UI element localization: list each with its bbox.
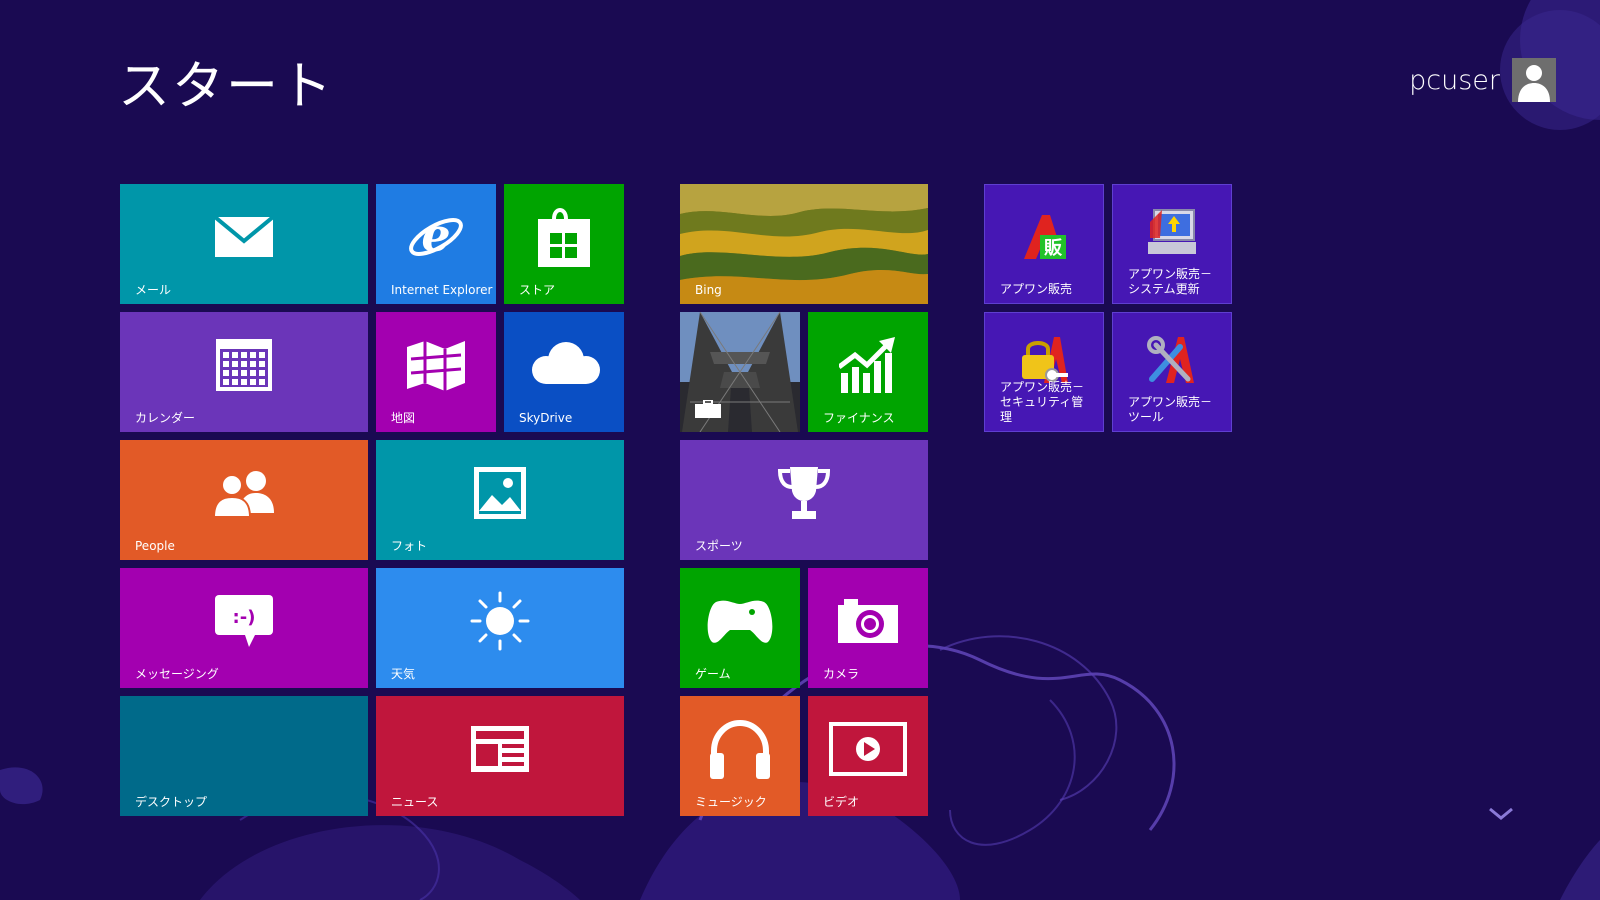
tile-camera[interactable]: カメラ: [808, 568, 928, 688]
gamepad-icon: [706, 598, 774, 644]
tile-sports[interactable]: スポーツ: [680, 440, 928, 560]
tile-label-app-system-update: アプワン販売－システム更新: [1128, 267, 1213, 296]
svg-text:販: 販: [1044, 238, 1063, 259]
tile-desktop[interactable]: デスクトップ: [120, 696, 368, 816]
tile-label-mail: メール: [135, 283, 172, 297]
tile-label-photos: フォト: [391, 539, 428, 553]
headphones-icon: [708, 719, 772, 779]
newspaper-icon: [471, 725, 529, 772]
user-account[interactable]: pcuser: [1409, 58, 1556, 102]
tile-games[interactable]: ゲーム: [680, 568, 800, 688]
svg-text:e: e: [421, 208, 450, 262]
app-sales-logo-icon: 販: [1020, 213, 1068, 261]
sun-icon: [470, 591, 530, 651]
tile-people[interactable]: People: [120, 440, 368, 560]
tile-label-maps: 地図: [391, 411, 416, 425]
suitcase-icon: [695, 399, 721, 422]
tile-label-bing: Bing: [695, 283, 722, 297]
tile-app-security[interactable]: アプワン販売－セキュリティ管理: [984, 312, 1104, 432]
chart-up-icon: [839, 336, 897, 393]
tile-maps[interactable]: 地図: [376, 312, 496, 432]
tile-label-skydrive: SkyDrive: [519, 411, 573, 425]
tile-label-music: ミュージック: [695, 795, 767, 809]
svg-text::-): :-): [233, 607, 256, 628]
tile-label-camera: カメラ: [823, 667, 860, 681]
tile-bing[interactable]: Bing: [680, 184, 928, 304]
tile-label-sports: スポーツ: [695, 539, 743, 553]
people-icon: [212, 469, 276, 517]
tile-app-sales[interactable]: 販 アプワン販売: [984, 184, 1104, 304]
app-tools-wrench-icon: [1146, 335, 1198, 385]
tile-label-news: ニュース: [391, 795, 439, 809]
tile-label-people: People: [135, 539, 175, 553]
tile-app-system-update[interactable]: アプワン販売－システム更新: [1112, 184, 1232, 304]
tile-video[interactable]: ビデオ: [808, 696, 928, 816]
tile-label-app-tools: アプワン販売－ツール: [1128, 395, 1213, 424]
tile-news[interactable]: ニュース: [376, 696, 624, 816]
tile-finance[interactable]: ファイナンス: [808, 312, 928, 432]
speech-bubble-icon: :-): [215, 594, 273, 647]
internet-explorer-icon: e: [406, 207, 466, 267]
user-avatar-icon: [1512, 58, 1556, 102]
tile-skydrive[interactable]: SkyDrive: [504, 312, 624, 432]
cloud-icon: [524, 341, 604, 388]
tile-store[interactable]: ストア: [504, 184, 624, 304]
user-name: pcuser: [1409, 64, 1500, 96]
tile-label-app-security: アプワン販売－セキュリティ管理: [1000, 380, 1085, 424]
tile-calendar[interactable]: カレンダー: [120, 312, 368, 432]
app-security-lock-icon: [1018, 335, 1070, 385]
tile-label-internet-explorer: Internet Explorer: [391, 283, 493, 297]
tile-label-messaging: メッセージング: [135, 667, 219, 681]
tile-mail[interactable]: メール: [120, 184, 368, 304]
tile-messaging[interactable]: :-) メッセージング: [120, 568, 368, 688]
tile-music[interactable]: ミュージック: [680, 696, 800, 816]
tile-travel[interactable]: [680, 312, 800, 432]
tile-label-video: ビデオ: [823, 795, 860, 809]
tile-label-finance: ファイナンス: [823, 411, 895, 425]
tile-internet-explorer[interactable]: e Internet Explorer: [376, 184, 496, 304]
calendar-icon: [216, 338, 272, 391]
chevron-down-icon[interactable]: [1488, 806, 1514, 820]
tile-label-calendar: カレンダー: [135, 411, 196, 425]
store-bag-icon: [536, 205, 592, 269]
map-icon: [405, 339, 467, 391]
tile-weather[interactable]: 天気: [376, 568, 624, 688]
tile-label-store: ストア: [519, 283, 556, 297]
tile-app-tools[interactable]: アプワン販売－ツール: [1112, 312, 1232, 432]
play-icon: [829, 721, 907, 776]
camera-icon: [838, 598, 898, 643]
photo-icon: [474, 466, 526, 519]
tile-label-weather: 天気: [391, 667, 416, 681]
app-update-computer-icon: [1146, 208, 1198, 256]
tile-label-games: ゲーム: [695, 667, 731, 681]
tile-label-app-sales: アプワン販売: [1000, 282, 1073, 296]
tile-label-desktop: デスクトップ: [135, 795, 208, 809]
start-screen-title: スタート: [118, 57, 335, 117]
tile-photos[interactable]: フォト: [376, 440, 624, 560]
trophy-icon: [776, 465, 832, 521]
envelope-icon: [215, 216, 273, 257]
